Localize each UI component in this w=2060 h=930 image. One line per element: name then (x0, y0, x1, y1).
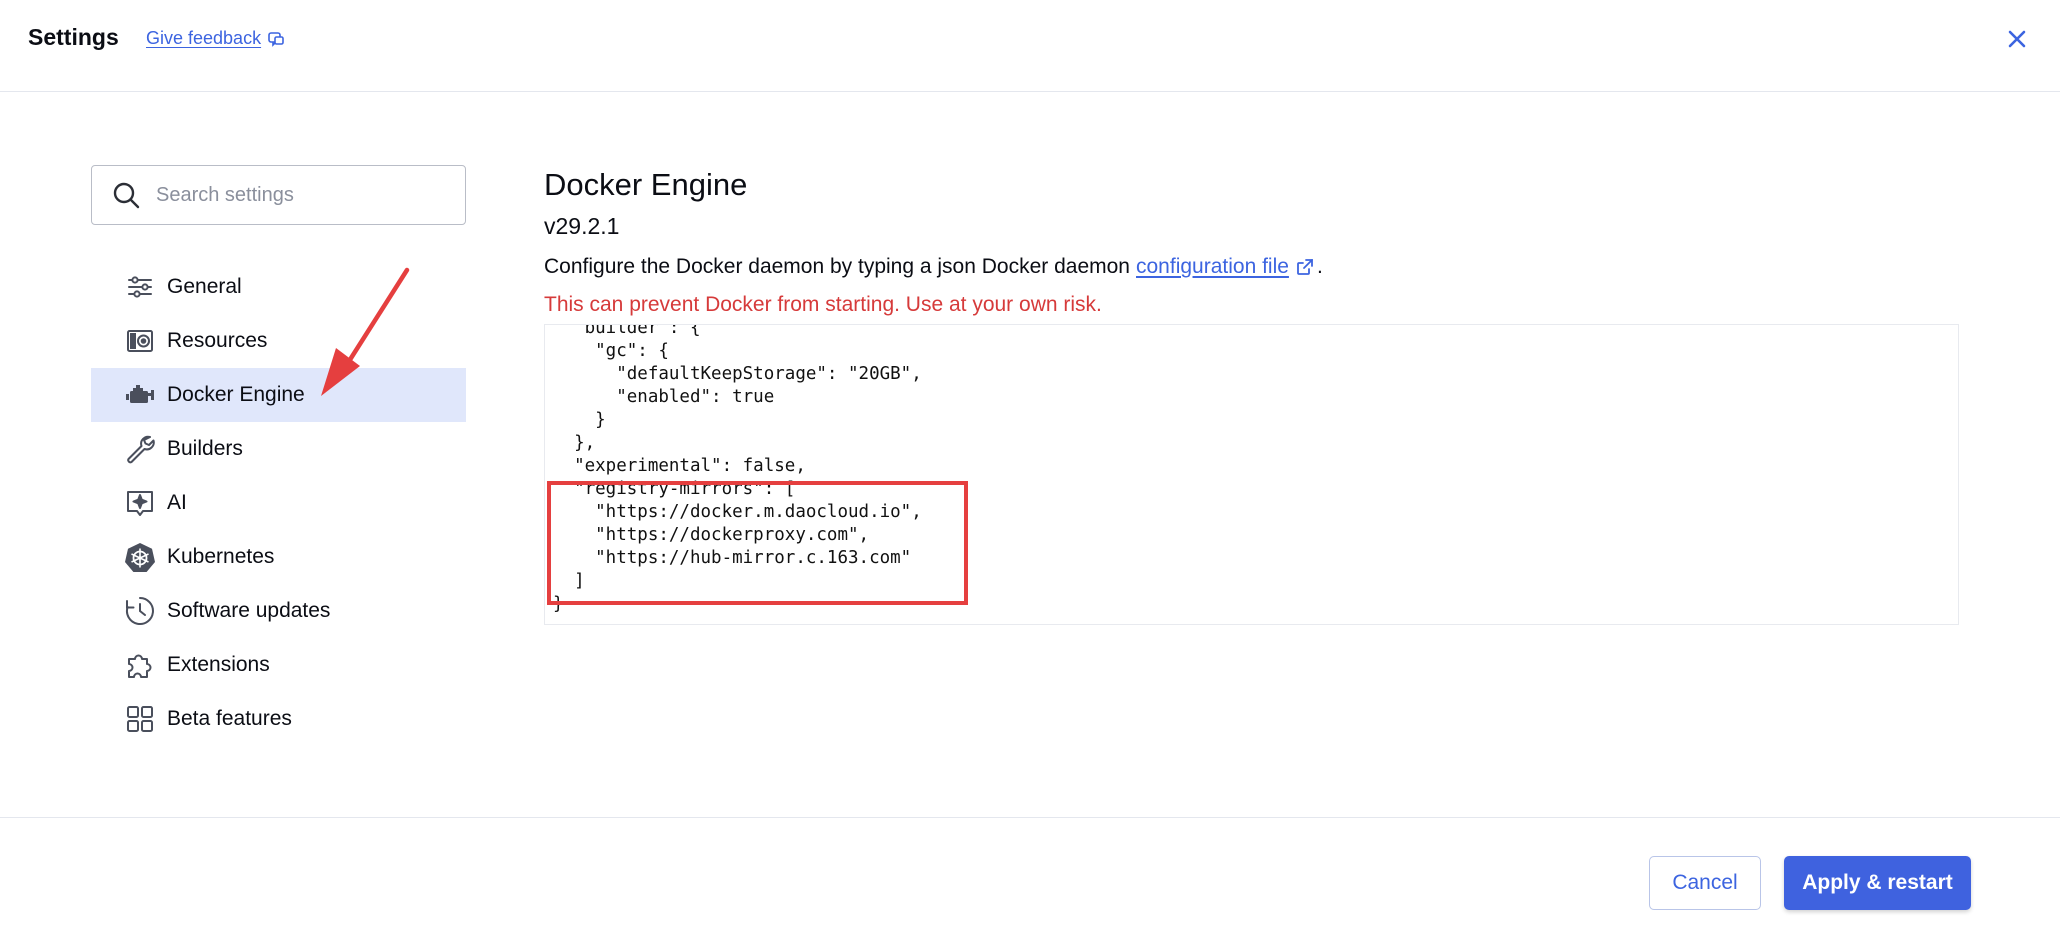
clock-icon (124, 595, 156, 627)
sidebar-item-label: Extensions (167, 653, 270, 676)
search-input[interactable] (154, 182, 458, 208)
puzzle-icon (124, 649, 156, 681)
docker-engine-panel: Docker Engine v29.2.1 Configure the Dock… (544, 165, 1960, 319)
sidebar-item-label: Builders (167, 437, 243, 460)
sidebar-item-kubernetes[interactable]: Kubernetes (91, 530, 466, 584)
page-title: Settings (28, 24, 119, 50)
ai-sparkle-icon (124, 487, 156, 519)
sidebar-item-software-updates[interactable]: Software updates (91, 584, 466, 638)
helm-icon (124, 541, 156, 573)
description-period: . (1316, 255, 1323, 278)
engine-version: v29.2.1 (544, 213, 620, 239)
sidebar-item-beta-features[interactable]: Beta features (91, 692, 466, 746)
cancel-button[interactable]: Cancel (1649, 856, 1761, 910)
sidebar-item-label: Software updates (167, 599, 331, 622)
sidebar-item-label: Kubernetes (167, 545, 275, 568)
external-link-icon[interactable] (1295, 257, 1315, 277)
daemon-json-code[interactable]: "builder": { "gc": { "defaultKeepStorage… (545, 325, 1958, 616)
disk-icon (124, 325, 156, 357)
close-icon[interactable] (2002, 24, 2032, 54)
annotation-arrow (321, 267, 410, 396)
daemon-json-editor[interactable]: "builder": { "gc": { "defaultKeepStorage… (544, 324, 1959, 625)
sidebar-item-extensions[interactable]: Extensions (91, 638, 466, 692)
section-title: Docker Engine (544, 167, 748, 202)
sidebar-item-label: General (167, 275, 242, 298)
search-settings-field[interactable] (91, 165, 466, 225)
footer-bar: Cancel Apply & restart (0, 817, 2060, 930)
warning-text: This can prevent Docker from starting. U… (544, 293, 1102, 316)
apply-restart-button[interactable]: Apply & restart (1784, 856, 1971, 910)
wrench-icon (124, 433, 156, 465)
feedback-icon (268, 31, 284, 47)
grid-icon (124, 703, 156, 735)
sidebar-item-ai[interactable]: AI (91, 476, 466, 530)
sidebar-item-builders[interactable]: Builders (91, 422, 466, 476)
sidebar-item-label: AI (167, 491, 187, 514)
give-feedback-label: Give feedback (146, 28, 262, 48)
sliders-icon (124, 271, 156, 303)
sidebar-item-label: Beta features (167, 707, 292, 730)
sidebar-item-label: Resources (167, 329, 268, 352)
give-feedback-link[interactable]: Give feedback (146, 28, 285, 49)
top-bar: Settings Give feedback (0, 0, 2060, 92)
section-description: Configure the Docker daemon by typing a … (544, 253, 1960, 281)
search-icon (113, 182, 140, 209)
engine-icon (124, 379, 156, 411)
configuration-file-link[interactable]: configuration file (1136, 253, 1289, 281)
description-text: Configure the Docker daemon by typing a … (544, 255, 1130, 278)
sidebar-item-label: Docker Engine (167, 383, 305, 406)
